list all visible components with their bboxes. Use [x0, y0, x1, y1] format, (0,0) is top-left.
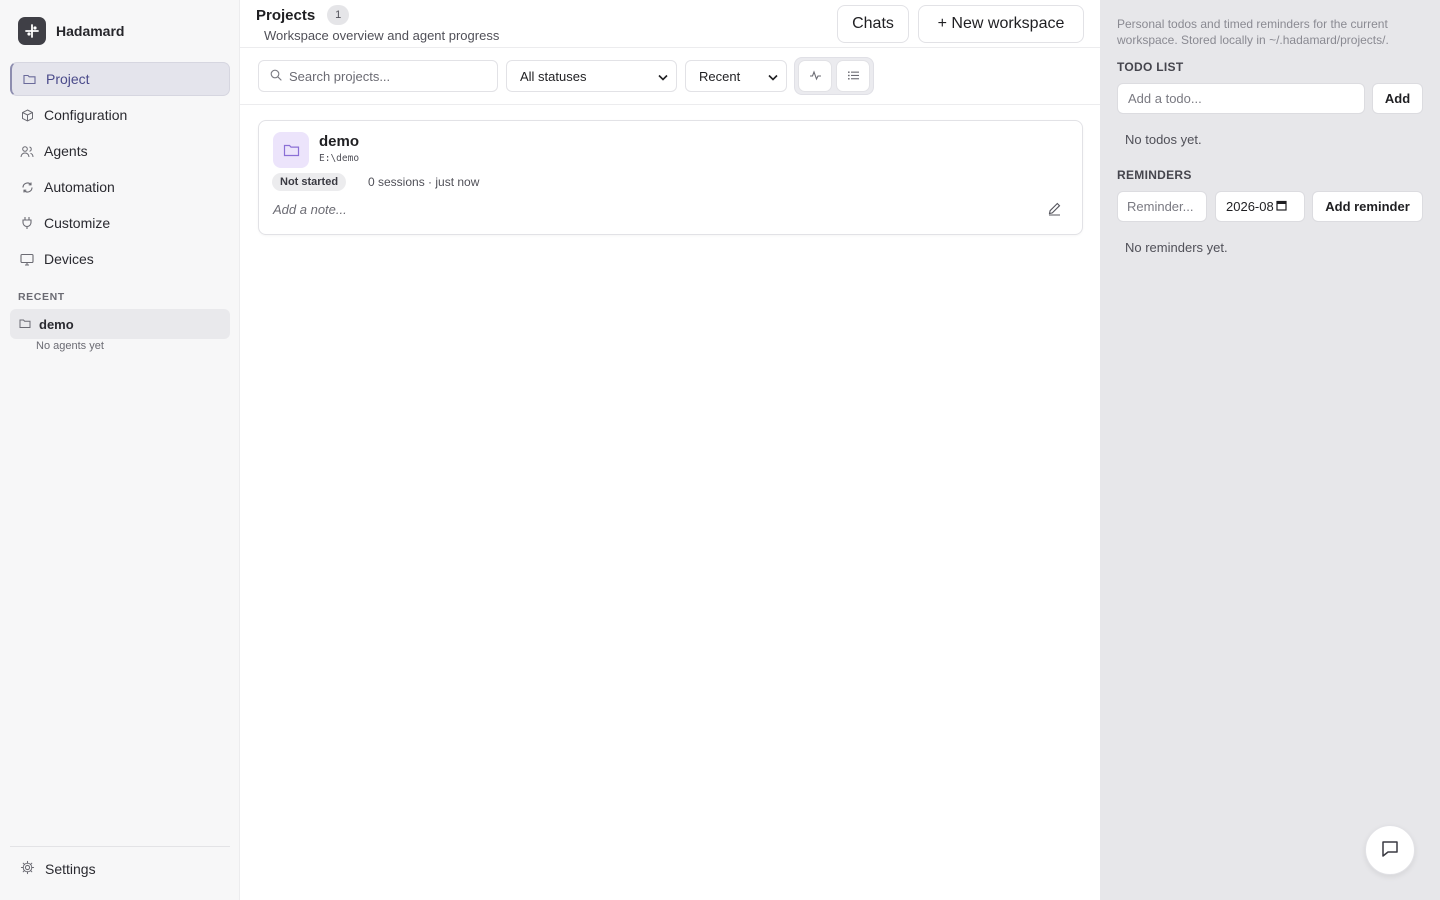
project-path: E:\demo: [319, 153, 360, 164]
activity-view-icon: [809, 69, 822, 84]
settings-label: Settings: [45, 861, 96, 877]
sidebar-item-label: Customize: [44, 215, 111, 231]
sort-select[interactable]: Recent: [685, 60, 787, 92]
recent-item-subtitle: No agents yet: [36, 340, 104, 352]
status-filter-value: All statuses: [520, 68, 587, 84]
add-reminder-button[interactable]: Add reminder: [1312, 191, 1423, 222]
box-icon: [20, 108, 34, 122]
brand[interactable]: Hadamard: [18, 17, 124, 45]
reminder-date-input[interactable]: 2026-08: [1215, 191, 1305, 222]
sidebar-item-customize[interactable]: Customize: [10, 206, 230, 240]
sort-value: Recent: [699, 68, 741, 84]
hadamard-logo-icon: [18, 17, 46, 45]
list-view-button[interactable]: [836, 60, 870, 92]
add-todo-button[interactable]: Add: [1372, 83, 1423, 114]
todo-input[interactable]: [1117, 83, 1365, 114]
project-count-badge: 1: [327, 5, 350, 25]
sidebar-item-label: Devices: [44, 251, 94, 267]
users-icon: [20, 144, 34, 158]
search-box: [258, 60, 498, 92]
project-meta: 0 sessions · just now: [368, 175, 480, 189]
todo-empty-state: No todos yet.: [1125, 132, 1202, 147]
page-header: Projects 1 Workspace overview and agent …: [240, 0, 1100, 48]
recent-item-label: demo: [39, 316, 74, 332]
reminders-empty-state: No reminders yet.: [1125, 240, 1228, 255]
reminders-heading: REMINDERS: [1117, 168, 1192, 182]
list-view-icon: [847, 69, 860, 84]
title-row: Projects 1: [256, 5, 350, 25]
sidebar-item-devices[interactable]: Devices: [10, 242, 230, 276]
chats-button[interactable]: Chats: [837, 5, 909, 43]
refresh-icon: [20, 180, 34, 194]
sidebar-item-agents[interactable]: Agents: [10, 134, 230, 168]
sidebar-item-label: Project: [46, 71, 90, 87]
project-folder-icon: [273, 132, 309, 168]
status-badge: Not started: [272, 173, 347, 191]
recent-item-demo[interactable]: demo: [10, 309, 230, 339]
page-title: Projects: [256, 6, 316, 24]
project-card[interactable]: demo E:\demo Not started 0 sessions · ju…: [258, 120, 1083, 235]
chevron-down-icon: [768, 69, 778, 84]
chat-fab-button[interactable]: [1365, 825, 1415, 875]
gear-icon: [20, 860, 35, 878]
calendar-icon: [1276, 199, 1287, 214]
search-icon: [270, 69, 282, 84]
sidebar-nav: Project Configuration Agents Automation …: [10, 62, 230, 278]
settings-button[interactable]: Settings: [20, 860, 96, 878]
sidebar: Hadamard Project Configuration Agents Au…: [0, 0, 240, 900]
plug-icon: [20, 216, 34, 230]
pencil-icon: [1047, 201, 1062, 219]
folder-icon: [19, 317, 31, 332]
app-name: Hadamard: [56, 23, 125, 39]
panel-description: Personal todos and timed reminders for t…: [1117, 17, 1389, 47]
project-note-field[interactable]: Add a note...: [273, 202, 347, 217]
sidebar-item-automation[interactable]: Automation: [10, 170, 230, 204]
monitor-icon: [20, 252, 34, 266]
view-toggle: [794, 57, 874, 95]
project-name: demo: [319, 133, 360, 150]
edit-note-button[interactable]: [1045, 201, 1063, 219]
search-input[interactable]: [289, 68, 489, 84]
sidebar-item-label: Agents: [44, 143, 88, 159]
chevron-down-icon: [658, 69, 668, 84]
chat-bubble-icon: [1379, 838, 1401, 863]
sidebar-divider: [10, 846, 230, 847]
todo-panel: Personal todos and timed reminders for t…: [1100, 0, 1440, 900]
reminder-input[interactable]: [1117, 191, 1207, 222]
sidebar-item-project[interactable]: Project: [10, 62, 230, 96]
sidebar-item-label: Automation: [44, 179, 115, 195]
sidebar-item-label: Configuration: [44, 107, 128, 123]
reminder-date-value: 2026-08: [1226, 199, 1274, 214]
todo-heading: TODO LIST: [1117, 60, 1184, 74]
activity-view-button[interactable]: [798, 60, 832, 92]
filter-toolbar: All statuses Recent: [240, 48, 1100, 105]
status-filter-select[interactable]: All statuses: [506, 60, 677, 92]
new-workspace-button[interactable]: + New workspace: [918, 5, 1084, 43]
page-subtitle: Workspace overview and agent progress: [264, 28, 500, 43]
main-content: Projects 1 Workspace overview and agent …: [240, 0, 1100, 900]
recent-heading: RECENT: [18, 291, 65, 303]
sidebar-item-configuration[interactable]: Configuration: [10, 98, 230, 132]
folder-icon: [22, 72, 36, 86]
